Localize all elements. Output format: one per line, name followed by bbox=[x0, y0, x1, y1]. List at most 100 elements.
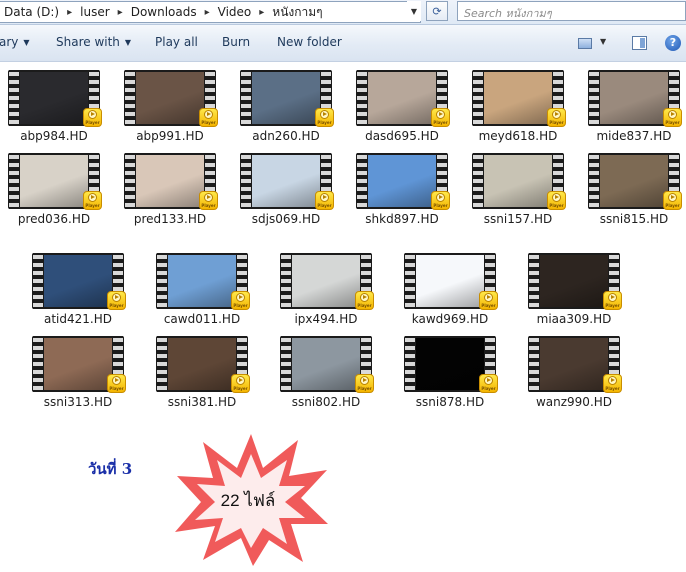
film-strip-icon bbox=[241, 70, 251, 126]
file-name-label[interactable]: ipx494.HD bbox=[270, 312, 382, 326]
play-all-button[interactable]: Play all bbox=[155, 35, 198, 49]
player-badge-icon: Player bbox=[355, 291, 374, 310]
burn-button[interactable]: Burn bbox=[222, 35, 250, 49]
video-frame-preview bbox=[292, 255, 360, 307]
video-frame-preview bbox=[600, 72, 668, 124]
breadcrumb-downloads[interactable]: Downloads bbox=[127, 5, 201, 19]
player-badge-icon: Player bbox=[431, 108, 450, 127]
preview-pane-icon[interactable] bbox=[632, 36, 647, 50]
breadcrumb-user[interactable]: luser bbox=[76, 5, 114, 19]
breadcrumb-separator-icon[interactable]: ▸ bbox=[201, 7, 214, 18]
file-name-label[interactable]: kawd969.HD bbox=[394, 312, 506, 326]
refresh-icon[interactable]: ⟳ bbox=[426, 1, 448, 21]
player-badge-icon: Player bbox=[547, 191, 566, 210]
breadcrumb-separator-icon[interactable]: ▸ bbox=[114, 7, 127, 18]
player-badge-text: Player bbox=[233, 386, 248, 391]
file-name-label[interactable]: pred036.HD bbox=[0, 212, 110, 226]
file-name-label[interactable]: atid421.HD bbox=[22, 312, 134, 326]
video-frame-preview bbox=[540, 338, 608, 390]
day-annotation: วันที่ 3 bbox=[88, 460, 133, 478]
file-name-label[interactable]: ssni815.HD bbox=[578, 212, 686, 226]
file-name-label[interactable]: adn260.HD bbox=[230, 129, 342, 143]
breadcrumb-video[interactable]: Video bbox=[214, 5, 256, 19]
player-badge-icon: Player bbox=[107, 291, 126, 310]
file-name-label[interactable]: ssni313.HD bbox=[22, 395, 134, 409]
player-badge-text: Player bbox=[109, 303, 124, 308]
player-badge-text: Player bbox=[85, 203, 100, 208]
player-badge-text: Player bbox=[665, 120, 680, 125]
player-badge-text: Player bbox=[665, 203, 680, 208]
player-badge-text: Player bbox=[109, 386, 124, 391]
file-name-label[interactable]: abp991.HD bbox=[114, 129, 226, 143]
film-strip-icon bbox=[589, 70, 599, 126]
address-row: Data (D:) ▸ luser ▸ Downloads ▸ Video ▸ … bbox=[0, 0, 686, 25]
file-count-label: 22 ไฟล์ bbox=[220, 491, 276, 510]
player-badge-icon: Player bbox=[479, 374, 498, 393]
file-name-label[interactable]: pred133.HD bbox=[114, 212, 226, 226]
video-frame-preview bbox=[44, 338, 112, 390]
breadcrumb-current-folder[interactable]: หนังกามๆ bbox=[268, 3, 326, 22]
player-badge-text: Player bbox=[357, 303, 372, 308]
share-with-button[interactable]: Share with ▼ bbox=[56, 35, 131, 49]
video-frame-preview bbox=[20, 72, 88, 124]
film-strip-icon bbox=[405, 336, 415, 392]
player-badge-text: Player bbox=[317, 203, 332, 208]
film-strip-icon bbox=[357, 70, 367, 126]
address-history-chevron-down-icon[interactable]: ▼ bbox=[407, 1, 421, 21]
player-badge-text: Player bbox=[433, 203, 448, 208]
player-badge-icon: Player bbox=[663, 108, 682, 127]
video-frame-preview bbox=[484, 72, 552, 124]
breadcrumb-separator-icon[interactable]: ▸ bbox=[63, 7, 76, 18]
file-name-label[interactable]: dasd695.HD bbox=[346, 129, 458, 143]
player-badge-text: Player bbox=[317, 120, 332, 125]
player-badge-icon: Player bbox=[431, 191, 450, 210]
file-name-label[interactable]: sdjs069.HD bbox=[230, 212, 342, 226]
file-name-label[interactable]: ssni878.HD bbox=[394, 395, 506, 409]
file-name-label[interactable]: shkd897.HD bbox=[346, 212, 458, 226]
player-badge-text: Player bbox=[481, 386, 496, 391]
player-badge-icon: Player bbox=[83, 191, 102, 210]
film-strip-icon bbox=[281, 253, 291, 309]
new-folder-button[interactable]: New folder bbox=[277, 35, 342, 49]
player-badge-text: Player bbox=[201, 120, 216, 125]
film-strip-icon bbox=[529, 253, 539, 309]
player-badge-icon: Player bbox=[231, 291, 250, 310]
help-icon[interactable]: ? bbox=[665, 35, 681, 51]
film-strip-icon bbox=[9, 153, 19, 209]
organize-button[interactable]: ary ▼ bbox=[0, 35, 30, 49]
video-frame-preview bbox=[292, 338, 360, 390]
player-badge-icon: Player bbox=[315, 108, 334, 127]
video-frame-preview bbox=[20, 155, 88, 207]
video-frame-preview bbox=[44, 255, 112, 307]
file-name-label[interactable]: miaa309.HD bbox=[518, 312, 630, 326]
chevron-down-icon: ▼ bbox=[23, 38, 30, 47]
breadcrumb-drive[interactable]: Data (D:) bbox=[0, 5, 63, 19]
address-bar[interactable]: Data (D:) ▸ luser ▸ Downloads ▸ Video ▸ … bbox=[0, 1, 421, 23]
video-frame-preview bbox=[252, 72, 320, 124]
search-box[interactable] bbox=[457, 1, 686, 23]
player-badge-icon: Player bbox=[479, 291, 498, 310]
video-frame-preview bbox=[484, 155, 552, 207]
film-strip-icon bbox=[405, 253, 415, 309]
search-input[interactable] bbox=[462, 4, 666, 23]
breadcrumb-separator-icon[interactable]: ▸ bbox=[255, 7, 268, 18]
player-badge-text: Player bbox=[481, 303, 496, 308]
film-strip-icon bbox=[125, 70, 135, 126]
player-badge-icon: Player bbox=[315, 191, 334, 210]
file-name-label[interactable]: wanz990.HD bbox=[518, 395, 630, 409]
change-view-icon[interactable] bbox=[578, 38, 592, 49]
file-name-label[interactable]: mide837.HD bbox=[578, 129, 686, 143]
organize-label: ary bbox=[0, 35, 19, 49]
file-name-label[interactable]: abp984.HD bbox=[0, 129, 110, 143]
video-frame-preview bbox=[540, 255, 608, 307]
file-name-label[interactable]: cawd011.HD bbox=[146, 312, 258, 326]
view-options-chevron-down-icon[interactable]: ▼ bbox=[600, 37, 606, 46]
player-badge-text: Player bbox=[549, 203, 564, 208]
file-name-label[interactable]: ssni157.HD bbox=[462, 212, 574, 226]
player-badge-text: Player bbox=[549, 120, 564, 125]
file-name-label[interactable]: meyd618.HD bbox=[462, 129, 574, 143]
film-strip-icon bbox=[157, 253, 167, 309]
file-name-label[interactable]: ssni802.HD bbox=[270, 395, 382, 409]
player-badge-text: Player bbox=[201, 203, 216, 208]
file-name-label[interactable]: ssni381.HD bbox=[146, 395, 258, 409]
